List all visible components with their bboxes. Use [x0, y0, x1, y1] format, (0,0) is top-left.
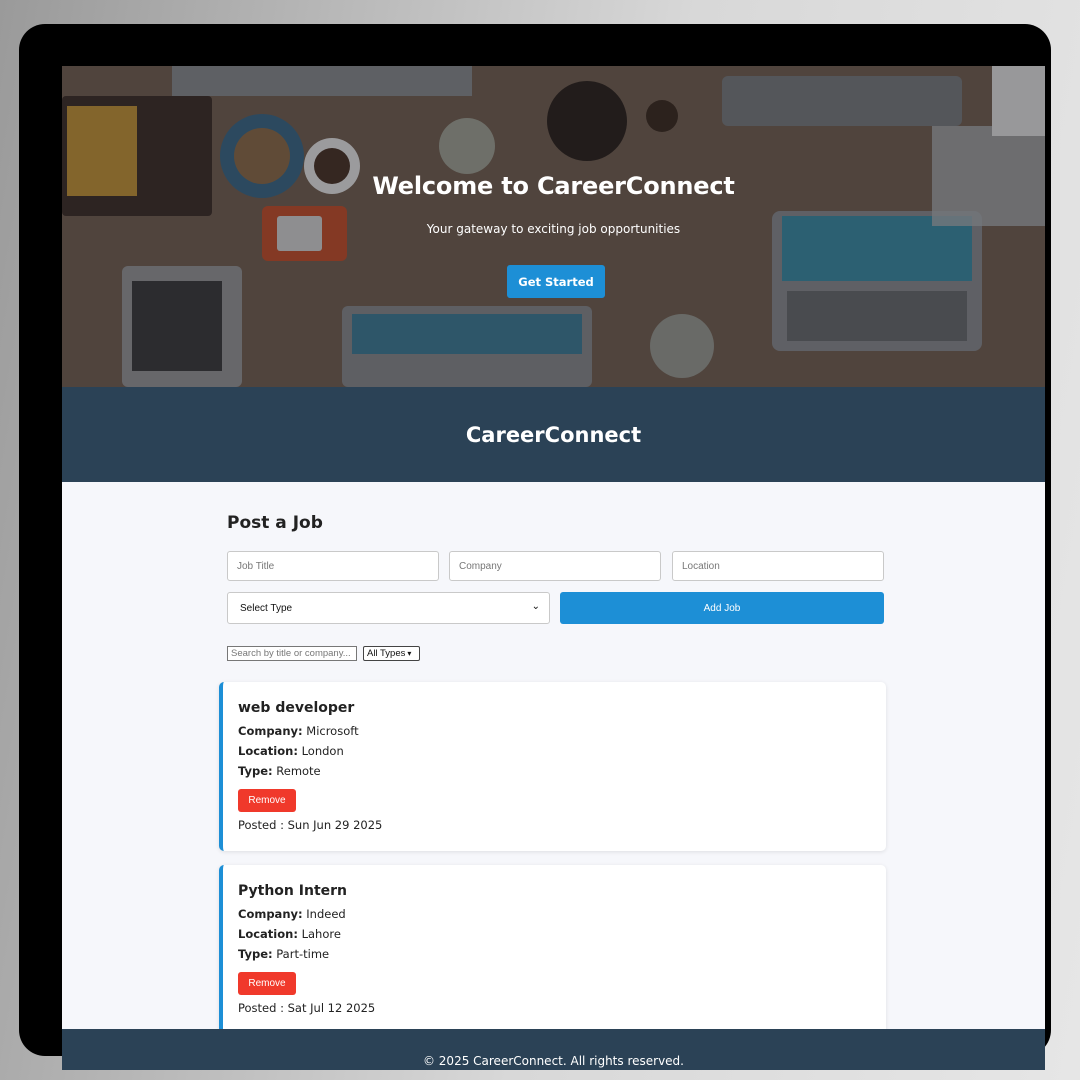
- chevron-down-icon: ⌄: [531, 601, 540, 612]
- location-input[interactable]: Location: [672, 551, 884, 581]
- job-type-select[interactable]: Select Type ⌄: [227, 592, 550, 624]
- remove-button[interactable]: Remove: [238, 789, 296, 812]
- posted-date: Posted : Sun Jun 29 2025: [238, 818, 383, 832]
- company-input[interactable]: Company: [449, 551, 661, 581]
- footer: © 2025 CareerConnect. All rights reserve…: [62, 1029, 1045, 1070]
- company-label: Company:: [238, 907, 303, 921]
- job-type: Type: Remote: [238, 764, 321, 778]
- location-value: Lahore: [301, 927, 341, 941]
- footer-copyright: © 2025 CareerConnect. All rights reserve…: [422, 1054, 684, 1068]
- hero-section: Welcome to CareerConnect Your gateway to…: [62, 66, 1045, 387]
- add-job-button[interactable]: Add Job: [560, 592, 884, 624]
- get-started-button[interactable]: Get Started: [507, 265, 605, 298]
- location-label: Location:: [238, 927, 298, 941]
- type-label: Type:: [238, 947, 273, 961]
- remove-button[interactable]: Remove: [238, 972, 296, 995]
- chevron-down-icon: ▾: [407, 649, 412, 658]
- type-filter-value: All Types: [367, 648, 406, 659]
- brand-title: CareerConnect: [465, 422, 642, 447]
- main-content: Post a Job Job Title Company Location Se…: [62, 482, 1045, 1040]
- job-company: Company: Microsoft: [238, 724, 359, 738]
- type-value: Remote: [276, 764, 321, 778]
- hero-subtitle: Your gateway to exciting job opportuniti…: [426, 222, 681, 236]
- company-value: Indeed: [306, 907, 346, 921]
- job-card: web developer Company: Microsoft Locatio…: [219, 682, 886, 851]
- company-value: Microsoft: [306, 724, 359, 738]
- job-company: Company: Indeed: [238, 907, 346, 921]
- device-frame: Welcome to CareerConnect Your gateway to…: [19, 24, 1051, 1070]
- job-title-input[interactable]: Job Title: [227, 551, 439, 581]
- type-filter-select[interactable]: All Types ▾: [363, 646, 420, 661]
- brand-header: CareerConnect: [62, 387, 1045, 482]
- job-location: Location: Lahore: [238, 927, 341, 941]
- job-location: Location: London: [238, 744, 344, 758]
- hero-title: Welcome to CareerConnect: [372, 172, 735, 200]
- search-input[interactable]: Search by title or company...: [227, 646, 357, 661]
- type-label: Type:: [238, 764, 273, 778]
- type-value: Part-time: [276, 947, 330, 961]
- browser-viewport: Welcome to CareerConnect Your gateway to…: [62, 66, 1045, 1070]
- posted-date: Posted : Sat Jul 12 2025: [238, 1001, 376, 1015]
- job-card: Python Intern Company: Indeed Location: …: [219, 865, 886, 1040]
- post-job-heading: Post a Job: [227, 513, 323, 533]
- job-title: Python Intern: [238, 883, 347, 899]
- location-value: London: [301, 744, 344, 758]
- job-type: Type: Part-time: [238, 947, 329, 961]
- job-type-select-value: Select Type: [240, 602, 293, 614]
- job-title: web developer: [238, 700, 355, 716]
- location-label: Location:: [238, 744, 298, 758]
- company-label: Company:: [238, 724, 303, 738]
